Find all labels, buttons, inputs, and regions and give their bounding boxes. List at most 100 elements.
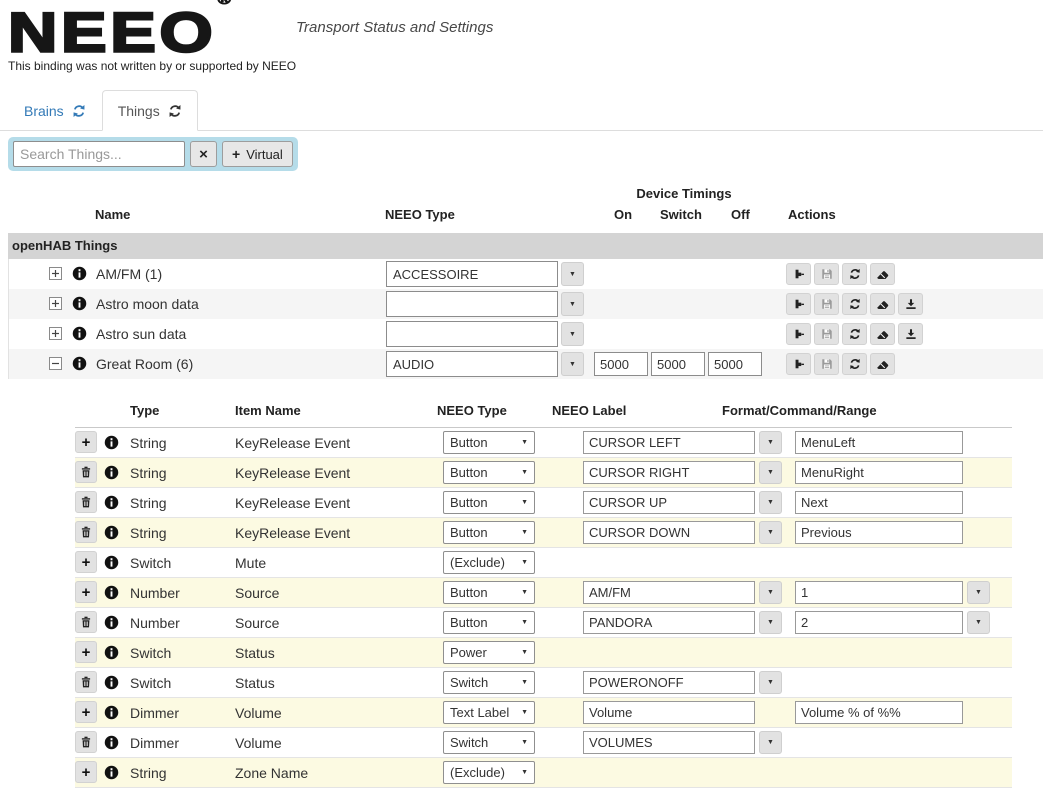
neeo-label-input[interactable]	[583, 491, 755, 514]
format-input[interactable]	[795, 611, 963, 634]
neeo-label-input[interactable]	[583, 611, 755, 634]
neeo-label-dropdown-button[interactable]: ▼	[759, 461, 782, 484]
channel-neeo-type-select[interactable]: (Exclude) ▼	[443, 761, 535, 784]
neeo-label-dropdown-button[interactable]: ▼	[759, 611, 782, 634]
download-button[interactable]	[898, 293, 923, 315]
delete-channel-button[interactable]	[75, 731, 97, 753]
channel-neeo-type-select[interactable]: Button ▼	[443, 461, 535, 484]
channel-neeo-type-select[interactable]: (Exclude) ▼	[443, 551, 535, 574]
save-button[interactable]	[814, 353, 839, 375]
refresh-button[interactable]	[842, 293, 867, 315]
channel-neeo-type-select[interactable]: Button ▼	[443, 491, 535, 514]
neeo-label-input[interactable]	[583, 581, 755, 604]
format-input[interactable]	[795, 701, 963, 724]
neeo-label-input[interactable]	[583, 671, 755, 694]
tab-brains[interactable]: Brains	[8, 90, 102, 131]
save-button[interactable]	[814, 323, 839, 345]
info-icon[interactable]	[104, 555, 119, 570]
format-dropdown-button[interactable]: ▼	[967, 611, 990, 634]
expand-button[interactable]	[49, 327, 62, 340]
info-icon[interactable]	[72, 296, 87, 311]
channel-neeo-type-select[interactable]: Button ▼	[443, 431, 535, 454]
delete-channel-button[interactable]	[75, 521, 97, 543]
add-channel-button[interactable]: +	[75, 581, 97, 603]
neeo-type-input[interactable]	[386, 291, 558, 317]
eraser-button[interactable]	[870, 293, 895, 315]
info-icon[interactable]	[104, 645, 119, 660]
eraser-button[interactable]	[870, 323, 895, 345]
refresh-icon[interactable]	[168, 104, 182, 118]
info-icon[interactable]	[72, 266, 87, 281]
add-virtual-button[interactable]: + Virtual	[222, 141, 293, 167]
hammer-button[interactable]	[786, 263, 811, 285]
refresh-button[interactable]	[842, 323, 867, 345]
search-input[interactable]	[13, 141, 185, 167]
channel-neeo-type-select[interactable]: Switch ▼	[443, 671, 535, 694]
refresh-button[interactable]	[842, 353, 867, 375]
format-input[interactable]	[795, 581, 963, 604]
neeo-label-input[interactable]	[583, 431, 755, 454]
neeo-type-input[interactable]	[386, 261, 558, 287]
refresh-button[interactable]	[842, 263, 867, 285]
download-button[interactable]	[898, 323, 923, 345]
timing-on-input[interactable]	[594, 352, 648, 376]
neeo-label-input[interactable]	[583, 731, 755, 754]
hammer-button[interactable]	[786, 323, 811, 345]
neeo-type-dropdown-button[interactable]: ▼	[561, 352, 584, 376]
timing-off-input[interactable]	[708, 352, 762, 376]
timing-switch-input[interactable]	[651, 352, 705, 376]
info-icon[interactable]	[104, 465, 119, 480]
neeo-label-dropdown-button[interactable]: ▼	[759, 431, 782, 454]
channel-neeo-type-select[interactable]: Power ▼	[443, 641, 535, 664]
hammer-button[interactable]	[786, 293, 811, 315]
format-dropdown-button[interactable]: ▼	[967, 581, 990, 604]
info-icon[interactable]	[104, 585, 119, 600]
info-icon[interactable]	[72, 326, 87, 341]
clear-search-button[interactable]: ×	[190, 141, 217, 167]
neeo-type-dropdown-button[interactable]: ▼	[561, 262, 584, 286]
delete-channel-button[interactable]	[75, 461, 97, 483]
delete-channel-button[interactable]	[75, 671, 97, 693]
format-input[interactable]	[795, 491, 963, 514]
neeo-type-input[interactable]	[386, 351, 558, 377]
tab-things[interactable]: Things	[101, 90, 198, 131]
neeo-label-input[interactable]	[583, 521, 755, 544]
refresh-icon[interactable]	[72, 104, 86, 118]
channel-neeo-type-select[interactable]: Switch ▼	[443, 731, 535, 754]
info-icon[interactable]	[104, 615, 119, 630]
add-channel-button[interactable]: +	[75, 551, 97, 573]
hammer-button[interactable]	[786, 353, 811, 375]
info-icon[interactable]	[104, 675, 119, 690]
neeo-type-dropdown-button[interactable]: ▼	[561, 322, 584, 346]
channel-neeo-type-select[interactable]: Button ▼	[443, 611, 535, 634]
format-input[interactable]	[795, 431, 963, 454]
neeo-label-dropdown-button[interactable]: ▼	[759, 491, 782, 514]
info-icon[interactable]	[104, 735, 119, 750]
neeo-label-dropdown-button[interactable]: ▼	[759, 581, 782, 604]
neeo-label-dropdown-button[interactable]: ▼	[759, 731, 782, 754]
neeo-label-input[interactable]	[583, 461, 755, 484]
delete-channel-button[interactable]	[75, 611, 97, 633]
add-channel-button[interactable]: +	[75, 701, 97, 723]
neeo-label-dropdown-button[interactable]: ▼	[759, 521, 782, 544]
format-input[interactable]	[795, 521, 963, 544]
delete-channel-button[interactable]	[75, 491, 97, 513]
info-icon[interactable]	[104, 525, 119, 540]
channel-neeo-type-select[interactable]: Text Label ▼	[443, 701, 535, 724]
info-icon[interactable]	[72, 356, 87, 371]
eraser-button[interactable]	[870, 353, 895, 375]
add-channel-button[interactable]: +	[75, 431, 97, 453]
collapse-button[interactable]	[49, 357, 62, 370]
add-channel-button[interactable]: +	[75, 641, 97, 663]
info-icon[interactable]	[104, 765, 119, 780]
format-input[interactable]	[795, 461, 963, 484]
info-icon[interactable]	[104, 495, 119, 510]
neeo-type-input[interactable]	[386, 321, 558, 347]
channel-neeo-type-select[interactable]: Button ▼	[443, 581, 535, 604]
add-channel-button[interactable]: +	[75, 761, 97, 783]
neeo-label-dropdown-button[interactable]: ▼	[759, 671, 782, 694]
info-icon[interactable]	[104, 705, 119, 720]
neeo-label-input[interactable]	[583, 701, 755, 724]
expand-button[interactable]	[49, 267, 62, 280]
channel-neeo-type-select[interactable]: Button ▼	[443, 521, 535, 544]
